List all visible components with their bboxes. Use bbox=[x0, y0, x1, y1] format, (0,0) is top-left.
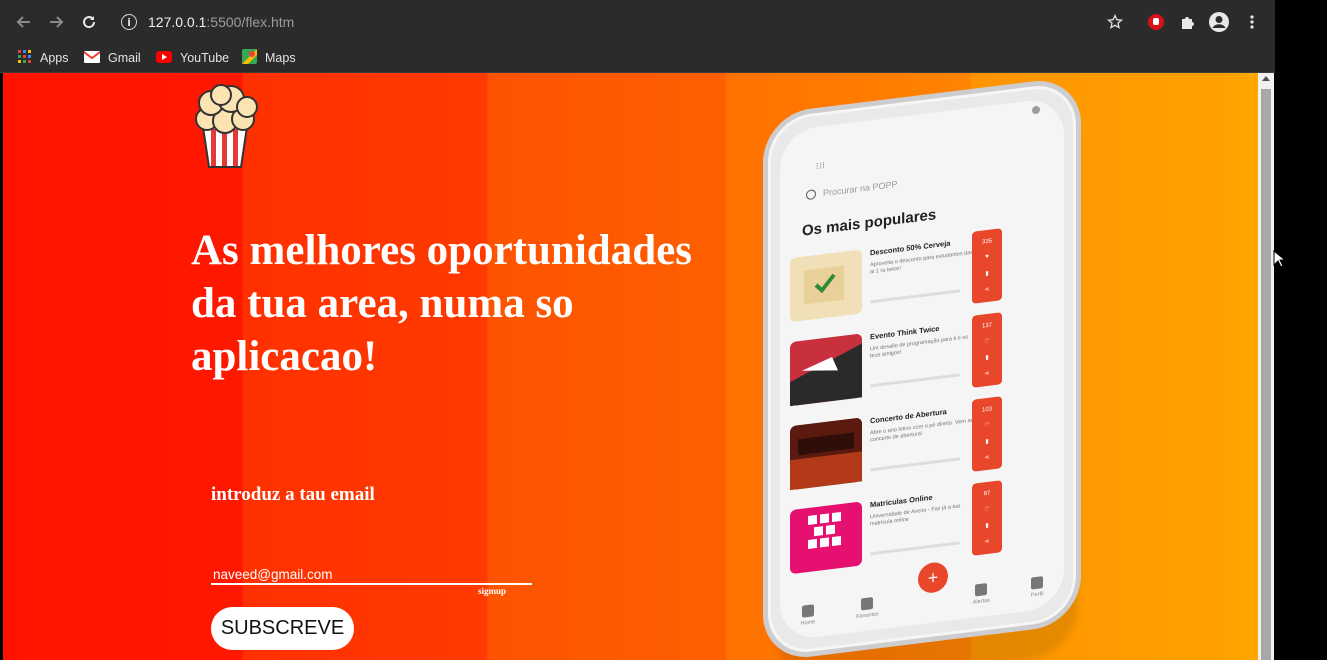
home-icon bbox=[801, 604, 814, 618]
heart-icon: ♡ bbox=[984, 422, 990, 430]
card-actions: 103 ♡ ▮ ⋖ bbox=[972, 396, 1002, 472]
extensions-puzzle-icon[interactable] bbox=[1174, 8, 1202, 36]
like-count: 137 bbox=[981, 322, 992, 330]
gmail-icon bbox=[83, 50, 101, 66]
bookmark-label: YouTube bbox=[180, 51, 230, 65]
bookmarks-bar: Apps Gmail YouTube Maps bbox=[0, 44, 1275, 73]
window-edge bbox=[1275, 0, 1327, 660]
event-card: Desconto 50% Cerveja Aproveita o descont… bbox=[790, 228, 1002, 329]
like-count: 103 bbox=[981, 406, 992, 414]
bookmark-youtube[interactable]: YouTube bbox=[156, 46, 229, 70]
nav-favorites: Favoritos bbox=[856, 596, 879, 620]
bookmark-icon: ▮ bbox=[985, 522, 989, 530]
phone-mockup: ⁞⁞⁞ Procurar na POPP Os mais populares D… bbox=[763, 75, 1081, 660]
scrollbar-thumb[interactable] bbox=[1261, 89, 1271, 660]
bookmark-icon: ▮ bbox=[985, 270, 989, 277]
back-arrow-icon[interactable] bbox=[10, 8, 38, 36]
scroll-up-arrow-icon[interactable] bbox=[1262, 76, 1270, 81]
email-label: introduz a tau email bbox=[211, 484, 375, 505]
like-count: 87 bbox=[983, 490, 991, 498]
card-actions: 87 ♡ ▮ ⋖ bbox=[972, 480, 1002, 556]
bookmark-maps[interactable]: Maps bbox=[242, 46, 296, 70]
address-bar[interactable]: i 127.0.0.1:5500/flex.htm bbox=[116, 7, 1136, 37]
email-input[interactable] bbox=[211, 565, 532, 585]
share-icon: ⋖ bbox=[984, 371, 990, 378]
nav-label: Favoritos bbox=[856, 611, 879, 621]
voucher-thumbnail bbox=[790, 249, 862, 323]
share-icon: ⋖ bbox=[984, 539, 990, 546]
subscribe-button[interactable]: SUBSCREVE bbox=[211, 607, 354, 650]
popcorn-logo-icon bbox=[189, 83, 261, 174]
bell-icon bbox=[975, 582, 988, 597]
status-bar-icon: ⁞⁞⁞ bbox=[816, 160, 826, 172]
share-icon: ⋖ bbox=[984, 455, 990, 462]
bookmark-icon bbox=[861, 596, 874, 611]
phone-screen: ⁞⁞⁞ Procurar na POPP Os mais populares D… bbox=[780, 96, 1064, 642]
heart-icon: ♡ bbox=[984, 338, 990, 346]
card-actions: 335 ♥ ▮ ⋖ bbox=[972, 228, 1002, 304]
site-info-icon[interactable]: i bbox=[121, 14, 137, 30]
nav-home: Home bbox=[800, 604, 816, 627]
nav-label: Home bbox=[800, 619, 816, 627]
heart-icon: ♡ bbox=[984, 506, 990, 514]
search-icon bbox=[806, 189, 816, 201]
bookmark-label: Gmail bbox=[108, 51, 141, 65]
phone-search: Procurar na POPP bbox=[806, 179, 898, 201]
apps-grid-icon bbox=[18, 49, 32, 67]
user-icon bbox=[1031, 576, 1044, 590]
nav-profile: Perfil bbox=[1030, 576, 1044, 599]
bookmark-icon: ▮ bbox=[985, 438, 989, 446]
nav-alerts: Alertas bbox=[972, 582, 990, 606]
mouse-cursor-icon bbox=[1273, 249, 1287, 273]
extension-hand-icon[interactable] bbox=[1142, 8, 1170, 36]
browser-toolbar: i 127.0.0.1:5500/flex.htm bbox=[0, 0, 1275, 44]
event-card: Concerto de Abertura Abre o ano letivo c… bbox=[790, 396, 1002, 497]
signup-caption: sigmup bbox=[478, 586, 507, 596]
card-meta bbox=[870, 373, 960, 388]
bookmark-star-icon[interactable] bbox=[1101, 8, 1129, 36]
landing-page: As melhores oportunidades da tua area, n… bbox=[3, 73, 1258, 660]
card-meta bbox=[870, 457, 960, 472]
forward-arrow-icon[interactable] bbox=[42, 8, 70, 36]
like-count: 335 bbox=[981, 238, 992, 246]
share-icon: ⋖ bbox=[984, 286, 990, 294]
card-actions: 137 ♡ ▮ ⋖ bbox=[972, 312, 1002, 388]
bookmark-label: Apps bbox=[40, 51, 69, 65]
think-twice-thumbnail bbox=[790, 333, 862, 407]
url-host: 127.0.0.1 bbox=[148, 14, 207, 30]
concert-thumbnail bbox=[790, 417, 862, 491]
reload-icon[interactable] bbox=[75, 8, 103, 36]
hero-headline: As melhores oportunidades da tua area, n… bbox=[191, 227, 692, 380]
event-card: Evento Think Twice Um desafio de program… bbox=[790, 312, 1002, 413]
camera-dot bbox=[1032, 105, 1040, 115]
url-path: :5500/flex.htm bbox=[206, 14, 295, 30]
bookmark-icon: ▮ bbox=[985, 354, 989, 362]
card-meta bbox=[870, 289, 960, 304]
bookmark-apps[interactable]: Apps bbox=[18, 46, 69, 70]
card-meta bbox=[870, 541, 960, 556]
nav-label: Alertas bbox=[972, 597, 990, 606]
bookmark-gmail[interactable]: Gmail bbox=[83, 46, 141, 70]
section-title: Os mais populares bbox=[802, 206, 937, 240]
bookmark-label: Maps bbox=[265, 51, 296, 65]
maps-icon bbox=[242, 49, 257, 67]
menu-kebab-icon[interactable] bbox=[1238, 8, 1266, 36]
matriculas-thumbnail bbox=[790, 501, 862, 575]
youtube-icon bbox=[156, 50, 172, 66]
search-placeholder: Procurar na POPP bbox=[823, 179, 898, 199]
nav-label: Perfil bbox=[1030, 591, 1044, 599]
heart-icon: ♥ bbox=[985, 254, 989, 261]
profile-avatar-icon[interactable] bbox=[1205, 8, 1233, 36]
